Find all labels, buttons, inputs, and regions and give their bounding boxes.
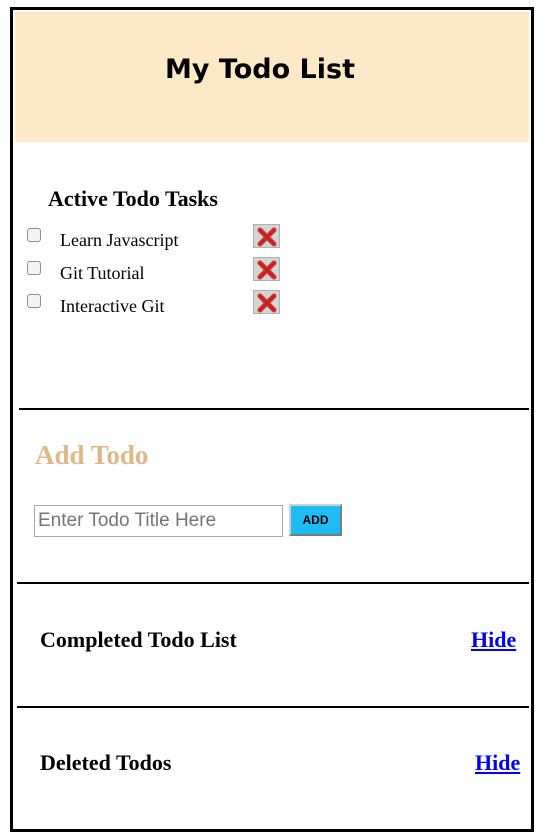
task-row: Interactive Git <box>27 290 287 324</box>
app-title: My Todo List <box>165 54 355 85</box>
todo-app-frame: My Todo List Active Todo Tasks Learn Jav… <box>10 7 534 832</box>
task-checkbox[interactable] <box>27 261 41 275</box>
add-button[interactable]: ADD <box>289 504 342 536</box>
task-label: Git Tutorial <box>60 263 145 283</box>
task-label: Interactive Git <box>60 296 165 316</box>
close-icon <box>257 227 277 247</box>
delete-task-button[interactable] <box>253 224 280 248</box>
hide-completed-link[interactable]: Hide <box>471 627 516 653</box>
active-tasks-heading: Active Todo Tasks <box>48 186 218 211</box>
app-header: My Todo List <box>15 12 529 142</box>
task-row: Learn Javascript <box>27 224 287 258</box>
section-divider <box>19 408 529 410</box>
task-row: Git Tutorial <box>27 257 287 291</box>
section-divider <box>17 706 529 708</box>
completed-list-heading: Completed Todo List <box>40 627 237 652</box>
delete-task-button[interactable] <box>253 290 280 314</box>
close-icon <box>257 260 277 280</box>
add-todo-heading: Add Todo <box>35 440 149 470</box>
task-checkbox[interactable] <box>27 294 41 308</box>
section-divider <box>17 582 529 584</box>
hide-deleted-link[interactable]: Hide <box>475 750 520 776</box>
delete-task-button[interactable] <box>253 257 280 281</box>
todo-title-input[interactable] <box>34 505 283 537</box>
close-icon <box>257 293 277 313</box>
task-checkbox[interactable] <box>27 228 41 242</box>
deleted-todos-heading: Deleted Todos <box>40 750 172 775</box>
task-label: Learn Javascript <box>60 230 179 250</box>
